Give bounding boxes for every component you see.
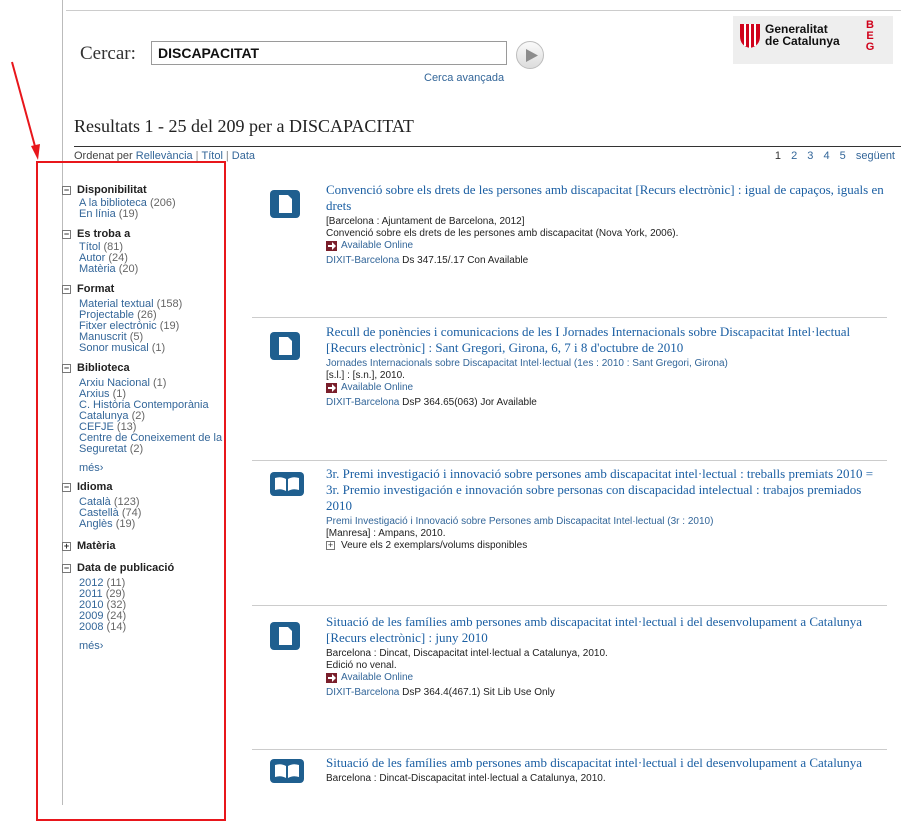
search-input[interactable] bbox=[151, 41, 507, 65]
record-divider bbox=[252, 605, 887, 606]
library-link[interactable]: DIXIT-Barcelona bbox=[326, 397, 399, 408]
logo-badge: B E G bbox=[865, 19, 875, 53]
expand-icon[interactable]: + bbox=[326, 541, 335, 550]
pagination: 1 2 3 4 5 següent bbox=[768, 150, 895, 162]
holding-info: DIXIT-Barcelona Ds 347.15/.17 Con Availa… bbox=[326, 255, 529, 266]
next-page[interactable]: següent bbox=[856, 150, 895, 162]
sort-divider bbox=[74, 146, 901, 147]
advanced-search-link[interactable]: Cerca avançada bbox=[424, 72, 504, 84]
generalitat-logo: Generalitat de Catalunya B E G bbox=[733, 16, 893, 64]
book-icon bbox=[270, 472, 304, 496]
senyera-seal-icon bbox=[740, 24, 760, 48]
document-icon bbox=[270, 622, 300, 650]
available-online-link[interactable]: Available Online bbox=[326, 382, 886, 394]
record-title-link[interactable]: Recull de ponències i comunicacions de l… bbox=[326, 324, 886, 356]
available-online-link[interactable]: Available Online bbox=[326, 672, 886, 684]
search-label: Cercar: bbox=[80, 43, 136, 64]
page-3[interactable]: 3 bbox=[807, 150, 813, 162]
author-link[interactable]: Premi Investigació i Innovació sobre Per… bbox=[326, 516, 886, 528]
arrow-right-icon bbox=[326, 673, 337, 683]
library-link[interactable]: DIXIT-Barcelona bbox=[326, 687, 399, 698]
arrow-right-icon bbox=[326, 241, 337, 251]
holding-info: DIXIT-Barcelona DsP 364.4(467.1) Sit Lib… bbox=[326, 687, 555, 698]
book-icon bbox=[270, 759, 304, 783]
record-divider bbox=[252, 460, 887, 461]
arrow-right-icon bbox=[326, 383, 337, 393]
page-5[interactable]: 5 bbox=[840, 150, 846, 162]
available-online-link[interactable]: Available Online bbox=[326, 240, 886, 252]
record-divider bbox=[252, 749, 887, 750]
record-title-link[interactable]: 3r. Premi investigació i innovació sobre… bbox=[326, 466, 886, 514]
page-1[interactable]: 1 bbox=[775, 150, 781, 162]
logo-text: Generalitat de Catalunya bbox=[765, 22, 840, 48]
page-2[interactable]: 2 bbox=[791, 150, 797, 162]
top-divider bbox=[66, 10, 901, 11]
author-link[interactable]: Jornades Internacionals sobre Discapacit… bbox=[326, 358, 886, 370]
play-arrow-icon bbox=[526, 49, 538, 62]
holding-info: DIXIT-Barcelona DsP 364.65(063) Jor Avai… bbox=[326, 397, 537, 408]
results-heading: Resultats 1 - 25 del 209 per a DISCAPACI… bbox=[74, 116, 414, 136]
library-link[interactable]: DIXIT-Barcelona bbox=[326, 255, 399, 266]
record-title-link[interactable]: Convenció sobre els drets de les persone… bbox=[326, 182, 886, 214]
annotation-box bbox=[36, 161, 226, 821]
page-4[interactable]: 4 bbox=[823, 150, 829, 162]
record-divider bbox=[252, 317, 887, 318]
annotation-arrow bbox=[11, 61, 40, 160]
record-title-link[interactable]: Situació de les famílies amb persones am… bbox=[326, 755, 886, 771]
search-go-button[interactable] bbox=[516, 41, 544, 69]
record-title-link[interactable]: Situació de les famílies amb persones am… bbox=[326, 614, 886, 646]
document-icon bbox=[270, 190, 300, 218]
sort-date[interactable]: Data bbox=[232, 150, 255, 162]
show-copies-toggle[interactable]: + Veure els 2 exemplars/volums disponible… bbox=[326, 540, 886, 551]
document-icon bbox=[270, 332, 300, 360]
